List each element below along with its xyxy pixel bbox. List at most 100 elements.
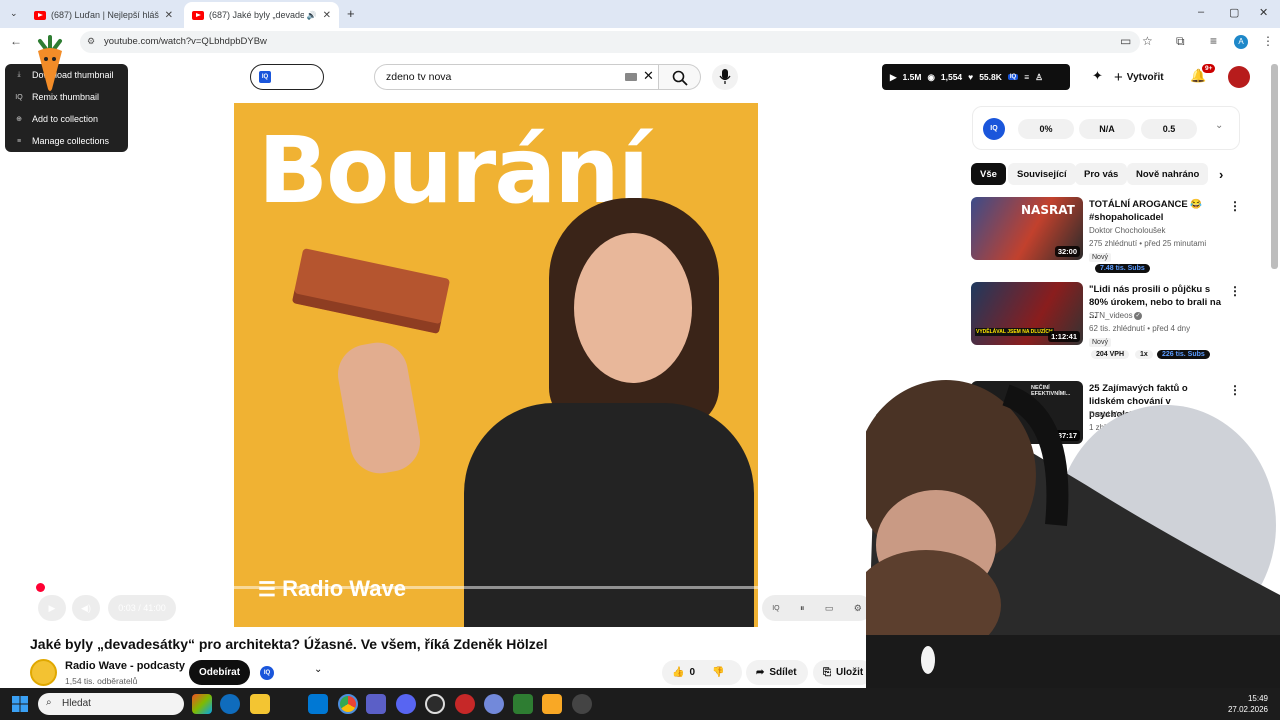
rockstar-icon[interactable] [542,694,562,714]
obs-icon[interactable] [572,694,592,714]
like-button[interactable]: 👍 0 👎 [662,660,742,685]
extensions-icon[interactable]: ⧉ [1176,34,1185,49]
clear-search-icon[interactable]: ✕ [643,68,654,84]
settings-gear-icon[interactable]: ⚙ [854,603,862,614]
address-bar[interactable]: ⚙ youtube.com/watch?v=QLbhdpbDYBw [80,31,1140,53]
chrome-icon[interactable] [338,694,358,714]
pause-icon[interactable]: ⏸ [800,603,805,614]
channel-avatar[interactable] [30,659,57,686]
more-options-icon[interactable]: ⋮ [1229,284,1241,298]
chip-recently-uploaded[interactable]: Nově nahráno [1127,163,1209,185]
speaker-icon[interactable]: 🔊 [307,11,317,20]
browser-menu-icon[interactable]: ⋮ [1262,34,1274,48]
chevron-down-icon[interactable]: ⌄ [1215,120,1223,131]
menu-manage-collections[interactable]: ≡ Manage collections [5,130,128,152]
chevron-right-icon[interactable]: › [1219,167,1223,182]
recommendation-thumbnail[interactable]: NASRAT 32:00 [971,197,1083,260]
volume-button[interactable]: ◀) [72,595,100,621]
close-window-button[interactable]: ✕ [1259,6,1268,19]
tab-title: (687) Luďan | Nejlepší hlášky | N [51,10,159,20]
video-progress-bar[interactable] [38,586,868,589]
cast-icon[interactable]: ▭ [1120,34,1131,48]
tab-close-icon[interactable]: ✕ [323,10,331,21]
app-red-icon[interactable] [455,694,475,714]
keyboard-icon[interactable] [625,73,637,81]
taskbar-search[interactable]: ⌕ Hledat [38,693,184,715]
back-arrow-icon[interactable]: ← [10,34,22,48]
iq-small-icon[interactable]: IQ [1007,74,1019,80]
taskbar-clock[interactable]: 15:49 27.02.2026 [1226,693,1268,715]
verified-check-icon: ✓ [1134,312,1142,320]
maximize-button[interactable]: ▢ [1229,6,1239,19]
teams-icon[interactable] [366,694,386,714]
progress-scrubber[interactable] [36,583,45,592]
video-stats-bar: ▶ 1.5M ◉ 1,554 ♥ 55.8K IQ ≡ ♙ [882,64,1070,90]
tab-search-chevron-icon[interactable]: ⌄ [10,8,18,19]
iq-player-icon[interactable]: IQ [772,605,779,612]
chip-all[interactable]: Vše [971,163,1006,185]
presenter-face [574,233,692,383]
recommendation-thumbnail[interactable]: VYDĚLÁVAL JSEM NA DLUZÍCH 1:12:41 [971,282,1083,345]
trophy-icon[interactable]: ♙ [1035,72,1043,83]
thumbnail-text: VYDĚLÁVAL JSEM NA DLUZÍCH [975,328,1054,336]
recommendation-item[interactable]: VYDĚLÁVAL JSEM NA DLUZÍCH 1:12:41 "Lidi … [971,282,1241,359]
save-label: Uložit [836,667,864,678]
site-info-icon[interactable]: ⚙ [87,36,95,47]
user-avatar[interactable] [1228,66,1250,88]
share-button[interactable]: ➦ Sdílet [746,660,808,685]
video-player[interactable]: Bourání ☰ Radio Wave [234,103,758,627]
search-button[interactable] [659,64,701,90]
profile-avatar[interactable]: A [1234,35,1248,49]
webcam-overlay [866,355,1280,720]
share-label: Sdílet [769,667,797,678]
play-button[interactable]: ▶ [38,595,66,621]
tab-close-icon[interactable]: ✕ [165,10,173,21]
search-input[interactable]: zdeno tv nova ✕ [374,64,659,90]
recommendation-item[interactable]: NASRAT 32:00 TOTÁLNÍ AROGANCE 😂 #shopaho… [971,197,1241,273]
youtube-favicon-icon [192,10,204,20]
thumbs-down-icon[interactable]: 👎 [712,667,724,678]
iq-channel-icon[interactable]: IQ [260,666,274,680]
minimize-button[interactable]: – [1198,6,1204,18]
tab-current-video[interactable]: (687) Jaké byly „devadesátky 🔊 ✕ [184,2,339,28]
more-options-icon[interactable]: ⋮ [1229,199,1241,213]
iq-logo-icon: IQ [983,118,1005,140]
wordpress-icon[interactable] [425,694,445,714]
chip-for-you[interactable]: Pro vás [1075,163,1128,185]
save-button[interactable]: ⎘ Uložit [813,660,873,685]
new-tab-button[interactable]: + [347,6,355,21]
copilot-icon[interactable] [192,694,212,714]
iq-logo-icon: IQ [259,71,271,83]
edge-browser-icon[interactable] [220,694,240,714]
iq-toggle[interactable]: IQ [250,64,324,90]
chip-related[interactable]: Související [1008,163,1076,185]
video-title: Jaké byly „devadesátky“ pro architekta? … [30,636,548,652]
create-button[interactable]: + Vytvořit [1114,64,1182,90]
reading-list-icon[interactable]: ≡ [1210,34,1217,48]
file-explorer-icon[interactable] [250,694,270,714]
thumbs-up-icon: 👍 [672,667,685,678]
play-store-icon[interactable] [513,694,533,714]
tab-ludan[interactable]: (687) Luďan | Nejlepší hlášky | N ✕ [26,2,181,28]
recommendation-title: TOTÁLNÍ AROGANCE 😂 #shopaholicadel [1089,199,1203,223]
bookmark-star-icon[interactable]: ☆ [1142,34,1153,48]
windows-start-icon[interactable] [12,696,28,712]
sparkle-icon[interactable]: ✦ [1092,68,1103,84]
iq-icon: IQ [15,93,23,101]
list-icon[interactable]: ≡ [1024,72,1029,82]
player-right-controls[interactable]: IQ ⏸ ▭ ⚙ [762,595,872,621]
carrot-cursor-icon [38,35,62,91]
menu-add-to-collection[interactable]: ⊕ Add to collection [5,108,128,130]
download-icon: ⤓ [17,71,21,78]
captions-icon[interactable]: ▭ [825,603,834,614]
channel-name[interactable]: Radio Wave - podcasty [65,660,185,672]
stat-watching: 1,554 [940,72,963,82]
subscribe-button[interactable]: Odebírat [189,660,250,685]
chevron-down-icon[interactable]: ⌄ [314,664,322,675]
messenger-app-icon[interactable] [484,694,504,714]
mail-icon[interactable] [308,694,328,714]
voice-search-button[interactable] [712,64,738,90]
page-scrollbar[interactable] [1271,64,1278,269]
recommendation-channel: STN_videos [1089,311,1133,320]
discord-icon[interactable] [396,694,416,714]
